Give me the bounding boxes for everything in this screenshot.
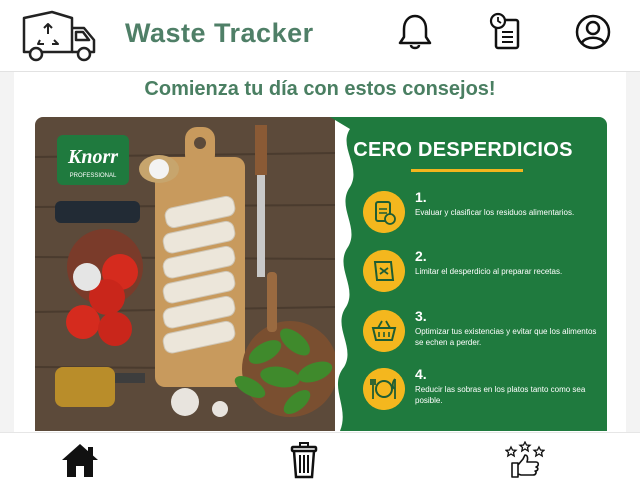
home-icon[interactable] [60,441,100,479]
app-title: Waste Tracker [125,18,314,48]
step-number: 4. [415,366,427,382]
svg-text:PROFESSIONAL: PROFESSIONAL [70,173,117,179]
svg-text:Knorr: Knorr [67,146,118,168]
step-3: 3. Optimizar tus existencias y evitar qu… [363,308,603,356]
zero-waste-banner: Knorr PROFESSIONAL CERO DESPERDICIOS 1. … [35,117,607,431]
step-text: Limitar el desperdicio al preparar recet… [415,267,563,276]
step-text: Optimizar tus existencias y evitar que l… [415,327,597,347]
banner-title: CERO DESPERDICIOS [353,139,573,161]
recycling-truck-icon[interactable] [20,6,100,66]
grocery-basket-icon [363,310,405,352]
step-text: Reducir las sobras en los platos tanto c… [415,385,586,405]
step-number: 2. [415,248,427,264]
recipe-cut-icon [363,250,405,292]
app-header: Waste Tracker [0,0,640,72]
bell-icon[interactable] [395,12,435,52]
user-icon[interactable] [573,12,613,52]
main-content: Comienza tu día con estos consejos! Knor… [14,72,626,432]
step-text: Evaluar y clasificar los residuos alimen… [415,208,575,217]
kitchen-photo: Knorr PROFESSIONAL [35,117,335,431]
plate-cutlery-icon [363,368,405,410]
tips-heading: Comienza tu día con estos consejos! [144,78,496,100]
trash-icon[interactable] [284,441,324,479]
step-number: 3. [415,308,427,324]
step-4: 4. Reducir las sobras en los platos tant… [363,366,603,414]
step-2: 2. Limitar el desperdicio al preparar re… [363,248,603,296]
clipboard-check-icon [363,191,405,233]
step-1: 1. Evaluar y clasificar los residuos ali… [363,189,603,237]
clipboard-clock-icon[interactable] [486,12,526,52]
thumbs-up-stars-icon[interactable] [505,441,545,479]
title-underline [411,169,523,172]
step-number: 1. [415,189,427,205]
bottom-nav [0,432,640,480]
